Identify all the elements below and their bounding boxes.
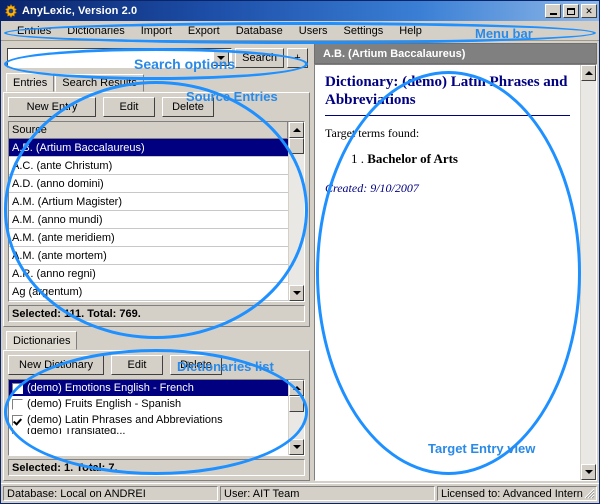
dictionaries-panel: New Dictionary Edit Delete (demo) Emotio… bbox=[3, 350, 310, 481]
scrollbar-track[interactable] bbox=[581, 81, 596, 464]
window-controls: ✕ bbox=[545, 4, 597, 18]
entries-list[interactable]: Source A.B. (Artium Baccalaureus) A.C. (… bbox=[8, 121, 305, 302]
checkbox-checked-icon[interactable] bbox=[12, 414, 23, 426]
entries-list-scrollbar[interactable] bbox=[288, 122, 304, 301]
status-user: User: AIT Team bbox=[220, 486, 435, 501]
menu-item-export[interactable]: Export bbox=[180, 23, 228, 39]
menu-item-entries[interactable]: Entries bbox=[9, 23, 59, 39]
target-entry-view[interactable]: Dictionary: (demo) Latin Phrases and Abb… bbox=[314, 64, 597, 481]
scrollbar-thumb[interactable] bbox=[289, 396, 304, 412]
status-database: Database: Local on ANDREI bbox=[3, 486, 218, 501]
maximize-button[interactable] bbox=[563, 4, 579, 18]
dictionaries-list[interactable]: (demo) Emotions English - French (demo) … bbox=[8, 379, 305, 456]
chevron-down-icon[interactable] bbox=[213, 50, 230, 66]
divider bbox=[325, 115, 570, 116]
list-item-label: (demo) Emotions English - French bbox=[27, 382, 194, 394]
main-content-area: Search + Entries Search Results New Entr… bbox=[1, 41, 599, 483]
window-titlebar: AnyLexic, Version 2.0 ✕ bbox=[1, 1, 599, 21]
window-title: AnyLexic, Version 2.0 bbox=[22, 5, 138, 17]
tab-search-results[interactable]: Search Results bbox=[55, 74, 144, 92]
tab-dictionaries[interactable]: Dictionaries bbox=[6, 331, 78, 350]
table-row[interactable]: A.M. (anno mundi) bbox=[9, 211, 288, 229]
add-search-field-button[interactable]: + bbox=[287, 48, 308, 68]
scroll-down-icon[interactable] bbox=[581, 464, 596, 480]
close-button[interactable]: ✕ bbox=[581, 4, 597, 18]
menu-item-users[interactable]: Users bbox=[291, 23, 336, 39]
dictionaries-status: Selected: 1. Total: 7. bbox=[8, 459, 305, 476]
application-window: AnyLexic, Version 2.0 ✕ Entries Dictiona… bbox=[0, 0, 600, 504]
table-row[interactable]: A.M. (ante meridiem) bbox=[9, 229, 288, 247]
table-row[interactable]: A.M. (ante mortem) bbox=[9, 247, 288, 265]
target-entry-column: A.B. (Artium Baccalaureus) Dictionary: (… bbox=[314, 43, 597, 481]
delete-dictionary-button[interactable]: Delete bbox=[170, 355, 222, 375]
scrollbar-track[interactable] bbox=[289, 412, 304, 439]
checkbox-icon[interactable] bbox=[12, 428, 23, 434]
new-dictionary-button[interactable]: New Dictionary bbox=[8, 355, 104, 375]
list-item-label: (demo) Translated... bbox=[27, 428, 126, 434]
edit-dictionary-button[interactable]: Edit bbox=[111, 355, 163, 375]
edit-entry-button[interactable]: Edit bbox=[103, 97, 155, 117]
target-term-text: Bachelor of Arts bbox=[367, 151, 458, 166]
table-row[interactable]: Ag (argentum) bbox=[9, 283, 288, 301]
target-terms-found-label: Target terms found: bbox=[325, 126, 420, 140]
minimize-button[interactable] bbox=[545, 4, 561, 18]
list-item[interactable]: (demo) Translated... bbox=[9, 428, 288, 434]
target-entry-content: Dictionary: (demo) Latin Phrases and Abb… bbox=[315, 65, 580, 480]
menu-item-help[interactable]: Help bbox=[391, 23, 430, 39]
resize-grip-icon[interactable] bbox=[583, 487, 595, 499]
target-view-scrollbar[interactable] bbox=[580, 65, 596, 480]
status-license: Licensed to: Advanced Intern bbox=[437, 486, 597, 501]
target-dictionary-title: Dictionary: (demo) Latin Phrases and Abb… bbox=[325, 74, 568, 108]
dictionaries-list-scrollbar[interactable] bbox=[288, 380, 304, 455]
left-column: Search + Entries Search Results New Entr… bbox=[3, 43, 310, 481]
target-entry-header: A.B. (Artium Baccalaureus) bbox=[314, 43, 597, 64]
dictionaries-button-row: New Dictionary Edit Delete bbox=[8, 355, 305, 375]
status-license-text: Licensed to: Advanced Intern bbox=[441, 487, 583, 500]
list-item-label: (demo) Fruits English - Spanish bbox=[27, 398, 182, 410]
target-term-item: 1 . Bachelor of Arts bbox=[351, 151, 570, 167]
dictionaries-tabstrip: Dictionaries bbox=[3, 331, 310, 350]
scroll-up-icon[interactable] bbox=[581, 65, 596, 81]
table-row[interactable]: A.D. (anno domini) bbox=[9, 175, 288, 193]
delete-entry-button[interactable]: Delete bbox=[162, 97, 214, 117]
entries-button-row: New Entry Edit Delete bbox=[8, 97, 305, 117]
table-row[interactable]: A.M. (Artium Magister) bbox=[9, 193, 288, 211]
search-input[interactable] bbox=[7, 48, 233, 68]
menu-item-dictionaries[interactable]: Dictionaries bbox=[59, 23, 132, 39]
list-item[interactable]: (demo) Fruits English - Spanish bbox=[9, 396, 288, 412]
search-toolbar: Search + bbox=[3, 43, 310, 73]
list-item-label: (demo) Latin Phrases and Abbreviations bbox=[27, 414, 223, 426]
scrollbar-track[interactable] bbox=[289, 154, 304, 285]
menu-item-database[interactable]: Database bbox=[228, 23, 291, 39]
entries-tabstrip: Entries Search Results bbox=[3, 73, 310, 92]
new-entry-button[interactable]: New Entry bbox=[8, 97, 96, 117]
checkbox-icon[interactable] bbox=[12, 382, 23, 394]
status-bar: Database: Local on ANDREI User: AIT Team… bbox=[1, 483, 599, 503]
table-row[interactable]: A.B. (Artium Baccalaureus) bbox=[9, 139, 288, 157]
table-row[interactable]: A.R. (anno regni) bbox=[9, 265, 288, 283]
source-entries-panel: New Entry Edit Delete Source A.B. (Artiu… bbox=[3, 92, 310, 327]
table-row[interactable]: A.C. (ante Christum) bbox=[9, 157, 288, 175]
search-button[interactable]: Search bbox=[235, 48, 284, 68]
menu-bar: Entries Dictionaries Import Export Datab… bbox=[1, 21, 599, 41]
scroll-up-icon[interactable] bbox=[289, 380, 304, 396]
menu-item-settings[interactable]: Settings bbox=[336, 23, 392, 39]
checkbox-icon[interactable] bbox=[12, 398, 23, 410]
entries-column-header-source[interactable]: Source bbox=[9, 122, 288, 139]
scroll-up-icon[interactable] bbox=[289, 122, 304, 138]
menu-item-import[interactable]: Import bbox=[133, 23, 180, 39]
entries-status: Selected: 111. Total: 769. bbox=[8, 305, 305, 322]
tab-entries[interactable]: Entries bbox=[6, 73, 55, 92]
list-item[interactable]: (demo) Latin Phrases and Abbreviations bbox=[9, 412, 288, 428]
list-item[interactable]: (demo) Emotions English - French bbox=[9, 380, 288, 396]
target-created-date: Created: 9/10/2007 bbox=[325, 181, 419, 195]
scrollbar-thumb[interactable] bbox=[289, 138, 304, 154]
target-term-number: 1 . bbox=[351, 151, 364, 166]
scroll-down-icon[interactable] bbox=[289, 285, 304, 301]
gear-icon bbox=[4, 4, 18, 18]
scroll-down-icon[interactable] bbox=[289, 439, 304, 455]
